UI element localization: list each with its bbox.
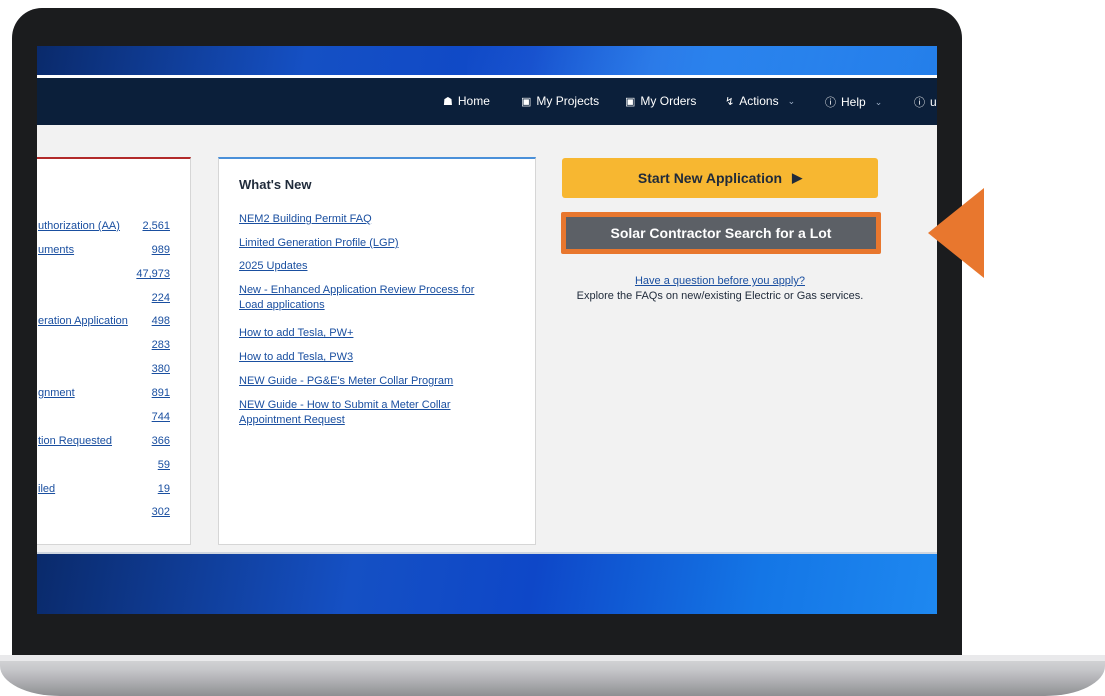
stat-row[interactable]: uments 989: [37, 244, 190, 260]
nav-actions-label: Actions: [739, 94, 779, 108]
news-link[interactable]: NEW Guide - How to Submit a Meter Collar…: [239, 398, 499, 428]
stat-row[interactable]: iled 19: [37, 483, 190, 499]
laptop-base: [0, 655, 1105, 696]
stat-row[interactable]: 47,973: [37, 268, 190, 284]
pointer-arrow-icon: [928, 188, 984, 278]
info-icon: ⓘ: [825, 97, 836, 109]
stat-row[interactable]: 224: [37, 292, 190, 308]
nav-my-orders-label: My Orders: [640, 94, 697, 108]
stat-value[interactable]: 366: [152, 435, 170, 447]
nav-help[interactable]: ⓘ Help ⌄: [825, 94, 882, 110]
chevron-down-icon: ⌄: [787, 95, 796, 106]
nav-help-label: Help: [841, 95, 866, 109]
play-icon: ▶: [792, 170, 803, 185]
stat-row[interactable]: 59: [37, 459, 190, 475]
nav-home-label: Home: [457, 94, 490, 108]
stat-value[interactable]: 891: [152, 387, 170, 399]
chevron-down-icon: ⌄: [874, 96, 883, 107]
solar-contractor-search-label: Solar Contractor Search for a Lot: [610, 225, 832, 241]
stat-value[interactable]: 224: [152, 292, 170, 304]
stat-label[interactable]: tion Requested: [38, 435, 112, 447]
question-link[interactable]: Have a question before you apply?: [562, 275, 878, 287]
stat-value[interactable]: 302: [152, 506, 170, 518]
nav-my-orders[interactable]: ▣ My Orders: [625, 94, 696, 108]
nav-home[interactable]: ☗ Home: [443, 94, 490, 108]
checkbox-icon: ▣: [521, 95, 532, 108]
stat-value[interactable]: 19: [158, 483, 170, 495]
stats-panel: uthorization (AA) 2,561 uments 989 47,97…: [37, 157, 191, 545]
stat-row[interactable]: tion Requested 366: [37, 435, 190, 451]
stat-label[interactable]: uments: [38, 244, 74, 256]
stat-value[interactable]: 744: [152, 411, 170, 423]
laptop-base-edge: [0, 655, 1105, 661]
stat-label[interactable]: eration Application: [38, 315, 128, 327]
stat-row[interactable]: 744: [37, 411, 190, 427]
stat-value[interactable]: 283: [152, 339, 170, 351]
stat-row[interactable]: 302: [37, 506, 190, 522]
whats-new-panel: What's New NEM2 Building Permit FAQ Limi…: [218, 157, 536, 545]
checkbox-icon: ▣: [625, 95, 636, 108]
stat-label[interactable]: iled: [38, 483, 55, 495]
stat-label[interactable]: gnment: [38, 387, 75, 399]
stat-value[interactable]: 47,973: [136, 268, 170, 280]
stat-value[interactable]: 989: [152, 244, 170, 256]
stat-row[interactable]: 283: [37, 339, 190, 355]
stat-label[interactable]: uthorization (AA): [38, 220, 120, 232]
solar-contractor-search-button[interactable]: Solar Contractor Search for a Lot: [566, 217, 876, 249]
stat-row[interactable]: gnment 891: [37, 387, 190, 403]
nav-my-projects-label: My Projects: [536, 94, 600, 108]
stat-row[interactable]: uthorization (AA) 2,561: [37, 220, 190, 236]
navbar: ☗ Home ▣ My Projects ▣ My Orders ↯ Actio…: [37, 78, 937, 125]
top-banner-sweep: [467, 46, 937, 76]
news-link[interactable]: New - Enhanced Application Review Proces…: [239, 283, 499, 313]
bottom-banner: [37, 554, 937, 614]
stat-value[interactable]: 59: [158, 459, 170, 471]
stat-row[interactable]: 380: [37, 363, 190, 379]
news-link[interactable]: NEW Guide - PG&E's Meter Collar Program: [239, 374, 499, 389]
news-link[interactable]: 2025 Updates: [239, 259, 499, 274]
stat-value[interactable]: 380: [152, 363, 170, 375]
nav-user[interactable]: ⓘ u: [914, 94, 937, 110]
nav-user-label: u: [930, 95, 937, 109]
news-link[interactable]: How to add Tesla, PW+: [239, 326, 499, 341]
start-new-application-label: Start New Application: [637, 170, 783, 186]
stat-value[interactable]: 2,561: [142, 220, 170, 232]
stat-value[interactable]: 498: [152, 315, 170, 327]
whats-new-title: What's New: [239, 177, 312, 192]
stat-row[interactable]: eration Application 498: [37, 315, 190, 331]
news-link[interactable]: How to add Tesla, PW3: [239, 350, 499, 365]
actions-icon: ↯: [725, 95, 735, 108]
home-icon: ☗: [443, 95, 453, 108]
news-link[interactable]: NEM2 Building Permit FAQ: [239, 212, 499, 227]
start-new-application-button[interactable]: Start New Application ▶: [562, 158, 878, 198]
nav-my-projects[interactable]: ▣ My Projects: [521, 94, 599, 108]
faq-text: Explore the FAQs on new/existing Electri…: [576, 290, 864, 302]
nav-actions[interactable]: ↯ Actions ⌄: [725, 94, 795, 108]
news-link[interactable]: Limited Generation Profile (LGP): [239, 236, 499, 251]
user-icon: ⓘ: [914, 97, 925, 109]
laptop-screen: ☗ Home ▣ My Projects ▣ My Orders ↯ Actio…: [37, 46, 937, 614]
